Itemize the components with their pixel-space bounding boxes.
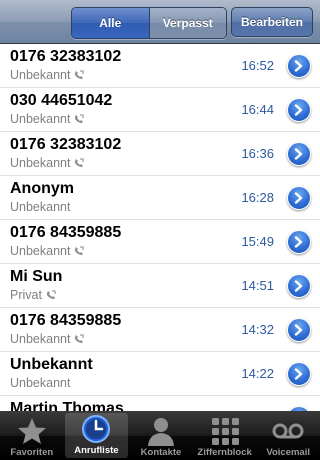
star-icon xyxy=(16,416,48,446)
call-detail: Unbekannt xyxy=(10,112,84,126)
phone-icon xyxy=(75,158,84,167)
call-time: 15:49 xyxy=(241,234,274,249)
phone-icon xyxy=(75,114,84,123)
call-type-label: Unbekannt xyxy=(10,112,71,126)
tab-favoriten[interactable]: Favoriten xyxy=(0,411,64,460)
call-detail: Unbekannt xyxy=(10,376,70,390)
call-time: 14:51 xyxy=(241,278,274,293)
clock-icon xyxy=(80,414,112,444)
chevron-right-icon xyxy=(294,236,303,248)
call-type-label: Unbekannt xyxy=(10,376,71,390)
tab-label: Anrufliste xyxy=(74,445,119,456)
call-row[interactable]: 0176 32383102 Unbekannt 16:52 xyxy=(0,44,320,88)
caller-name: 030 44651042 xyxy=(10,92,113,109)
tab-bar: Favoriten Anrufliste Kontakte Ziffernblock V… xyxy=(0,411,320,460)
caller-name: 0176 32383102 xyxy=(10,48,122,65)
phone-icon xyxy=(46,290,56,299)
call-row[interactable]: 0176 32383102 Unbekannt 16:36 xyxy=(0,132,320,176)
call-type-label: Unbekannt xyxy=(10,332,71,346)
chevron-right-icon xyxy=(294,104,303,116)
chevron-right-icon xyxy=(294,324,303,336)
chevron-right-icon xyxy=(294,280,303,292)
caller-name: 0176 32383102 xyxy=(10,136,122,153)
phone-icon xyxy=(75,70,84,79)
phone-icon xyxy=(75,246,84,255)
caller-name: 0176 84359885 xyxy=(10,312,122,329)
filter-segmented-control: Alle Verpasst xyxy=(71,7,227,39)
caller-name: Mi Sun xyxy=(10,268,63,285)
recents-list[interactable]: 0176 32383102 Unbekannt 16:52 030 44651042 U… xyxy=(0,44,320,411)
navigation-bar: Alle Verpasst Bearbeiten xyxy=(0,0,320,44)
caller-name: Unbekannt xyxy=(10,356,93,373)
call-type-label: Unbekannt xyxy=(10,156,71,170)
call-row[interactable]: Unbekannt Unbekannt 14:22 xyxy=(0,352,320,396)
call-detail: Unbekannt xyxy=(10,200,70,214)
detail-disclosure-button[interactable] xyxy=(287,54,311,78)
tab-voicemail[interactable]: Voicemail xyxy=(256,411,320,460)
call-time: 16:52 xyxy=(241,58,274,73)
segment-all[interactable]: Alle xyxy=(72,8,149,38)
detail-disclosure-button[interactable] xyxy=(287,318,311,342)
caller-name: 0176 84359885 xyxy=(10,224,122,241)
phone-icon xyxy=(75,334,84,343)
chevron-right-icon xyxy=(294,192,303,204)
tab-anrufliste[interactable]: Anrufliste xyxy=(64,413,129,458)
call-row[interactable]: Martin Thomas xyxy=(0,396,320,411)
call-time: 16:28 xyxy=(241,190,274,205)
tab-label: Favoriten xyxy=(10,447,54,458)
call-type-label: Unbekannt xyxy=(10,68,71,82)
edit-button[interactable]: Bearbeiten xyxy=(231,7,313,37)
caller-name: Anonym xyxy=(10,180,74,197)
call-detail: Privat xyxy=(10,288,56,302)
call-detail: Unbekannt xyxy=(10,332,84,346)
call-type-label: Privat xyxy=(10,288,42,302)
person-icon xyxy=(145,416,177,446)
tab-ziffernblock[interactable]: Ziffernblock xyxy=(193,411,257,460)
call-detail: Unbekannt xyxy=(10,156,84,170)
call-row[interactable]: Anonym Unbekannt 16:28 xyxy=(0,176,320,220)
tab-kontakte[interactable]: Kontakte xyxy=(129,411,193,460)
call-detail: Unbekannt xyxy=(10,244,84,258)
detail-disclosure-button[interactable] xyxy=(287,230,311,254)
call-time: 16:44 xyxy=(241,102,274,117)
call-row[interactable]: 030 44651042 Unbekannt 16:44 xyxy=(0,88,320,132)
tab-label: Kontakte xyxy=(140,447,182,458)
call-detail: Unbekannt xyxy=(10,68,84,82)
keypad-icon xyxy=(209,416,241,446)
caller-name: Martin Thomas xyxy=(10,400,124,411)
call-row[interactable]: 0176 84359885 Unbekannt 15:49 xyxy=(0,220,320,264)
detail-disclosure-button[interactable] xyxy=(287,186,311,210)
chevron-right-icon xyxy=(294,148,303,160)
voicemail-icon xyxy=(272,416,304,446)
detail-disclosure-button[interactable] xyxy=(287,362,311,386)
detail-disclosure-button[interactable] xyxy=(287,98,311,122)
call-row[interactable]: 0176 84359885 Unbekannt 14:32 xyxy=(0,308,320,352)
chevron-right-icon xyxy=(294,60,303,72)
call-type-label: Unbekannt xyxy=(10,200,71,214)
tab-label: Ziffernblock xyxy=(197,447,252,458)
call-time: 16:36 xyxy=(241,146,274,161)
call-time: 14:22 xyxy=(241,366,274,381)
detail-disclosure-button[interactable] xyxy=(287,274,311,298)
detail-disclosure-button[interactable] xyxy=(287,142,311,166)
call-row[interactable]: Mi Sun Privat 14:51 xyxy=(0,264,320,308)
tab-label: Voicemail xyxy=(266,447,310,458)
chevron-right-icon xyxy=(294,368,303,380)
call-time: 14:32 xyxy=(241,322,274,337)
call-type-label: Unbekannt xyxy=(10,244,71,258)
segment-missed[interactable]: Verpasst xyxy=(148,8,226,38)
